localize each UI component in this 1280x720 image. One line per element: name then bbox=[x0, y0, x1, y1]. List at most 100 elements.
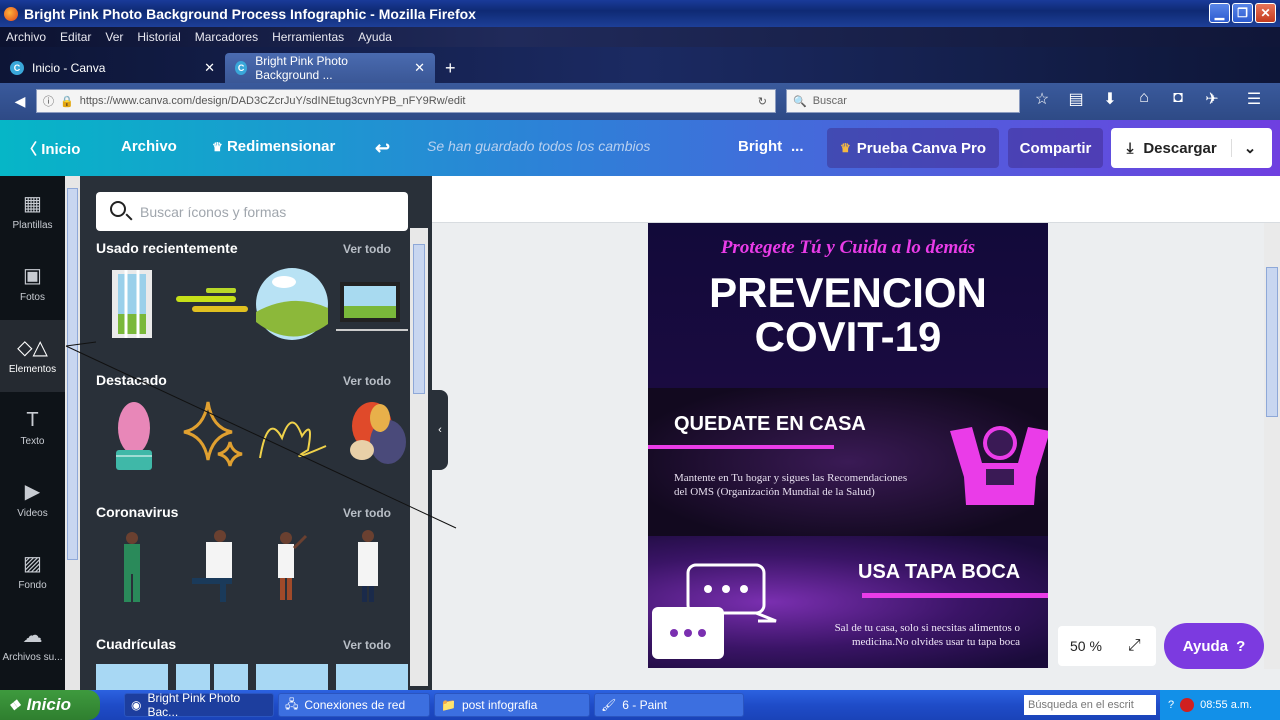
design-heading-2[interactable]: USA TAPA BOCA bbox=[858, 561, 1020, 584]
network-icon: 🖧 bbox=[285, 696, 299, 711]
sidebar-item-fondo[interactable]: ▨ Fondo bbox=[0, 536, 65, 608]
plus-icon: + bbox=[445, 57, 456, 78]
recent-elements-row bbox=[112, 268, 408, 340]
tab-inicio-canva[interactable]: C Inicio - Canva ✕ bbox=[0, 53, 225, 83]
browser-search-field[interactable]: 🔍 Buscar bbox=[786, 89, 1020, 113]
extension-icon[interactable]: ✈ bbox=[1200, 89, 1224, 109]
elements-search-input[interactable]: Buscar íconos y formas bbox=[96, 192, 408, 231]
speed-lines-element[interactable] bbox=[176, 288, 248, 312]
landscape-circle-element[interactable] bbox=[256, 268, 328, 340]
close-tab-icon[interactable]: ✕ bbox=[414, 60, 425, 76]
start-button[interactable]: ❖ Inicio bbox=[0, 690, 100, 720]
menu-archivo[interactable]: Archivo bbox=[6, 30, 46, 44]
sidebar-item-videos[interactable]: ▶ Videos bbox=[0, 464, 65, 536]
task-label: 6 - Paint bbox=[622, 698, 667, 712]
design-page[interactable]: Protegete Tú y Cuida a lo demás PREVENCI… bbox=[648, 223, 1048, 668]
menu-editar[interactable]: Editar bbox=[60, 30, 91, 44]
resize-button[interactable]: ♛ Redimensionar bbox=[212, 138, 335, 155]
templates-icon: ▦ bbox=[23, 192, 42, 215]
download-icon[interactable]: ⬇ bbox=[1098, 89, 1122, 109]
sidebar-item-plantillas[interactable]: ▦ Plantillas bbox=[0, 176, 65, 248]
menu-historial[interactable]: Historial bbox=[137, 30, 180, 44]
close-tab-icon[interactable]: ✕ bbox=[204, 60, 215, 76]
canva-header: 〈 Inicio Archivo ♛ Redimensionar ↩ Se ha… bbox=[0, 120, 1280, 176]
maximize-button[interactable]: ❐ bbox=[1232, 3, 1253, 23]
taskbar-firefox[interactable]: ◉ Bright Pink Photo Bac... bbox=[124, 691, 274, 719]
sidebar-label: Videos bbox=[17, 507, 48, 519]
download-arrow-icon: ⤓ bbox=[1126, 139, 1134, 157]
system-tray: ? 08:55 a.m. bbox=[1160, 690, 1280, 720]
minimize-button[interactable]: ▁ bbox=[1209, 3, 1230, 23]
task-label: Bright Pink Photo Bac... bbox=[147, 691, 241, 719]
menu-ver[interactable]: Ver bbox=[105, 30, 123, 44]
home-link[interactable]: 〈 Inicio bbox=[22, 138, 80, 159]
back-button[interactable]: ◀ bbox=[8, 89, 32, 113]
taskbar-paint[interactable]: 🖌 6 - Paint bbox=[594, 693, 744, 717]
antivirus-tray-icon[interactable] bbox=[1180, 698, 1195, 712]
try-pro-button[interactable]: ♛ Prueba Canva Pro bbox=[827, 128, 999, 168]
menu-marcadores[interactable]: Marcadores bbox=[195, 30, 258, 44]
new-tab-button[interactable]: + bbox=[435, 53, 466, 83]
undo-icon[interactable]: ↩ bbox=[375, 138, 390, 159]
design-heading-1[interactable]: QUEDATE EN CASA bbox=[674, 413, 866, 436]
design-paragraph-1[interactable]: Mantente en Tu hogar y sigues las Recome… bbox=[674, 471, 907, 499]
share-button[interactable]: Compartir bbox=[1008, 128, 1103, 168]
sidebar-item-archivos[interactable]: ☁ Archivos su... bbox=[0, 608, 65, 680]
sidebar-item-fotos[interactable]: ▣ Fotos bbox=[0, 248, 65, 320]
see-all-grids[interactable]: Ver todo bbox=[343, 638, 391, 652]
doctor-green-element[interactable] bbox=[124, 532, 140, 602]
taskbar-search[interactable]: Búsqueda en el escrit bbox=[1024, 695, 1156, 715]
grid-thumb[interactable] bbox=[176, 664, 210, 690]
sidebar-item-elementos[interactable]: ◇△ Elementos bbox=[0, 320, 65, 392]
person-arms-up-icon[interactable] bbox=[948, 419, 1048, 509]
scrollbar-thumb[interactable] bbox=[1266, 267, 1278, 417]
design-title-line2[interactable]: COVIT-19 bbox=[648, 315, 1048, 359]
paragraph-line: Sal de tu casa, solo si necsitas aliment… bbox=[834, 622, 1020, 634]
sidebar-item-texto[interactable]: T Texto bbox=[0, 392, 65, 464]
chat-bubbles-icon[interactable] bbox=[648, 561, 788, 668]
design-name-ellipsis[interactable]: ... bbox=[791, 138, 804, 155]
doctor-standing-element[interactable] bbox=[358, 530, 378, 602]
design-name[interactable]: Bright bbox=[738, 138, 782, 155]
hamburger-menu-icon[interactable]: ☰ bbox=[1242, 89, 1266, 109]
window-frame-element[interactable] bbox=[112, 270, 152, 338]
design-title-line1[interactable]: PREVENCION bbox=[648, 271, 1048, 315]
reload-icon[interactable]: ↻ bbox=[758, 95, 767, 108]
grid-thumb[interactable] bbox=[214, 664, 248, 690]
library-icon[interactable]: ▤ bbox=[1064, 89, 1088, 109]
zoom-level[interactable]: 50 % bbox=[1070, 638, 1102, 654]
help-tray-icon[interactable]: ? bbox=[1168, 699, 1174, 711]
doctor-pointing-element[interactable] bbox=[278, 532, 308, 600]
zoom-control[interactable]: 50 % ⤢ bbox=[1058, 626, 1156, 666]
tab-bright-pink[interactable]: C Bright Pink Photo Background ... ✕ bbox=[225, 53, 435, 83]
firefox-icon: ◉ bbox=[131, 698, 142, 712]
fullscreen-icon[interactable]: ⤢ bbox=[1128, 637, 1141, 655]
section-grids-title: Cuadrículas bbox=[96, 636, 177, 652]
upload-icon: ☁ bbox=[22, 624, 43, 647]
windows-taskbar: ❖ Inicio ◉ Bright Pink Photo Bac... 🖧 Cone… bbox=[0, 690, 1280, 720]
design-script-text[interactable]: Protegete Tú y Cuida a lo demás bbox=[648, 237, 1048, 259]
close-window-button[interactable]: ✕ bbox=[1255, 3, 1276, 23]
url-bar[interactable]: ⓘ 🔒 https://www.canva.com/design/DAD3CZc… bbox=[36, 89, 776, 113]
grid-thumb[interactable] bbox=[96, 664, 168, 690]
chevron-down-icon[interactable]: ⌄ bbox=[1230, 139, 1256, 157]
taskbar-folder[interactable]: 📁 post infografia bbox=[434, 693, 590, 717]
download-button[interactable]: ⤓ Descargar ⌄ bbox=[1111, 128, 1272, 168]
menu-ayuda[interactable]: Ayuda bbox=[358, 30, 392, 44]
menu-herramientas[interactable]: Herramientas bbox=[272, 30, 344, 44]
help-button[interactable]: Ayuda ? bbox=[1164, 623, 1264, 669]
sidebar-label: Elementos bbox=[8, 363, 57, 375]
design-paragraph-2[interactable]: Sal de tu casa, solo si necsitas aliment… bbox=[798, 621, 1020, 649]
landscape-frame-element[interactable] bbox=[336, 282, 408, 331]
home-icon[interactable]: ⌂ bbox=[1132, 89, 1156, 109]
clock[interactable]: 08:55 a.m. bbox=[1200, 699, 1252, 711]
canvas-scrollbar[interactable] bbox=[1264, 223, 1280, 669]
bookmark-star-icon[interactable]: ☆ bbox=[1030, 89, 1054, 109]
grid-thumb[interactable] bbox=[336, 664, 408, 690]
taskbar-network[interactable]: 🖧 Conexiones de red bbox=[278, 693, 430, 717]
see-all-recent[interactable]: Ver todo bbox=[343, 242, 391, 256]
doctor-seated-element[interactable] bbox=[192, 530, 232, 602]
file-menu[interactable]: Archivo bbox=[121, 138, 177, 155]
grid-thumb[interactable] bbox=[256, 664, 328, 690]
pocket-icon[interactable]: ◘ bbox=[1166, 89, 1190, 109]
